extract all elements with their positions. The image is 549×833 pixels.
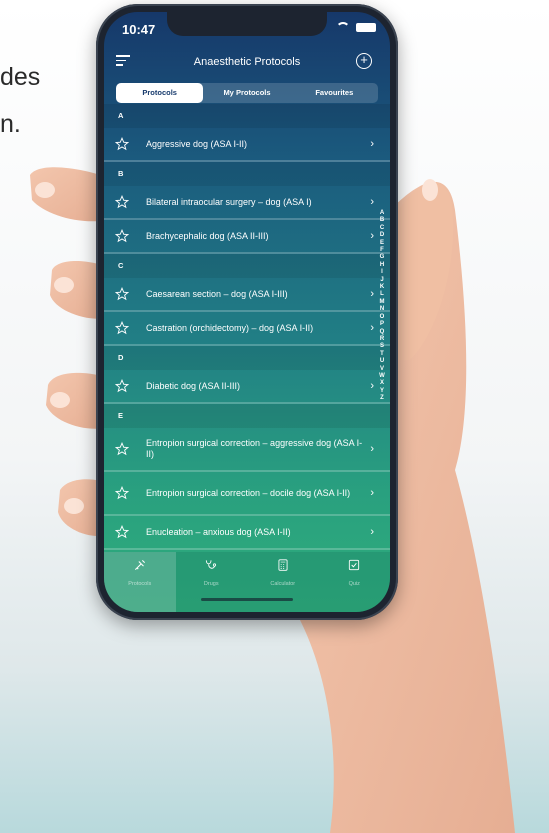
- list-item[interactable]: Bilateral intraocular surgery – dog (ASA…: [104, 186, 390, 220]
- background-text-line-1: des: [0, 63, 41, 91]
- tab-my-protocols[interactable]: My Protocols: [203, 83, 290, 103]
- calculator-icon: [278, 559, 288, 571]
- wifi-icon: [336, 22, 350, 32]
- list-item[interactable]: Entropion surgical correction – aggressi…: [104, 428, 390, 472]
- list-item-label: Bilateral intraocular surgery – dog (ASA…: [146, 196, 312, 207]
- list-item[interactable]: Castration (orchidectomy) – dog (ASA I-I…: [104, 312, 390, 346]
- tab-favourites[interactable]: Favourites: [291, 83, 378, 103]
- chevron-right-icon: ›: [370, 380, 374, 392]
- list-item[interactable]: Diabetic dog (ASA II-III) ›: [104, 370, 390, 404]
- section-header-e: E: [104, 404, 390, 428]
- tab-protocols[interactable]: Protocols: [116, 83, 204, 103]
- stethoscope-icon: [206, 560, 217, 569]
- star-icon[interactable]: [115, 229, 129, 243]
- bottom-tab-label: Drugs: [203, 581, 219, 587]
- alphabet-index-letter[interactable]: U: [377, 358, 387, 365]
- section-header-a: A: [104, 104, 390, 128]
- status-time: 10:47: [122, 22, 156, 37]
- chevron-right-icon: ›: [370, 230, 374, 242]
- list-item[interactable]: Aggressive dog (ASA I-II) ›: [104, 128, 390, 162]
- alphabet-index-letter[interactable]: Y: [377, 388, 387, 395]
- alphabet-index-letter[interactable]: H: [377, 262, 387, 269]
- bottom-tab-bar: Protocols Drugs Calculator Quiz: [104, 552, 390, 612]
- alphabet-index-letter[interactable]: M: [377, 299, 387, 306]
- protocol-list: A Aggressive dog (ASA I-II) › B Bilatera…: [104, 104, 390, 550]
- alphabet-index-letter[interactable]: K: [377, 284, 387, 291]
- alphabet-index-letter[interactable]: P: [377, 321, 387, 328]
- bottom-tab-label: Protocols: [128, 581, 152, 587]
- alphabet-index-letter[interactable]: T: [377, 351, 387, 358]
- alphabet-index-letter[interactable]: S: [377, 343, 387, 350]
- list-item-label: Aggressive dog (ASA I-II): [146, 138, 248, 149]
- alphabet-index-letter[interactable]: A: [377, 210, 387, 217]
- list-item-label: Brachycephalic dog (ASA II-III): [146, 230, 269, 241]
- star-icon[interactable]: [115, 287, 129, 301]
- list-item-label: Entropion surgical correction – docile d…: [146, 487, 351, 498]
- chevron-right-icon: ›: [370, 322, 374, 334]
- chevron-right-icon: ›: [370, 288, 374, 300]
- alphabet-index-letter[interactable]: N: [377, 306, 387, 313]
- section-header-c: C: [104, 254, 390, 278]
- home-indicator[interactable]: [201, 598, 293, 601]
- alphabet-index-letter[interactable]: B: [377, 217, 387, 224]
- alphabet-index-letter[interactable]: D: [377, 232, 387, 239]
- bottom-tab-label: Calculator: [270, 581, 296, 587]
- list-item-label: Diabetic dog (ASA II-III): [146, 380, 241, 391]
- alphabet-index-letter[interactable]: X: [377, 380, 387, 387]
- checkbox-icon: [349, 559, 360, 571]
- app-screen: 10:47 Anaesthetic Protocols + Protocols …: [104, 12, 390, 612]
- alphabet-index-letter[interactable]: R: [377, 336, 387, 343]
- list-item[interactable]: Brachycephalic dog (ASA II-III) ›: [104, 220, 390, 254]
- alphabet-index[interactable]: ABCDEFGHIJKLMNOPQRSTUVWXYZ: [377, 210, 387, 403]
- star-icon[interactable]: [115, 442, 129, 456]
- chevron-right-icon: ›: [370, 487, 374, 499]
- star-icon[interactable]: [115, 321, 129, 335]
- bottom-tab-calculator[interactable]: Calculator: [247, 552, 319, 612]
- section-header-b: B: [104, 162, 390, 186]
- star-icon[interactable]: [115, 525, 129, 539]
- battery-icon: [356, 22, 376, 32]
- alphabet-index-letter[interactable]: W: [377, 373, 387, 380]
- alphabet-index-letter[interactable]: O: [377, 314, 387, 321]
- add-circle-icon[interactable]: +: [356, 53, 372, 69]
- background-text-line-2: n.: [0, 110, 21, 138]
- chevron-right-icon: ›: [370, 138, 374, 150]
- list-item-label: Castration (orchidectomy) – dog (ASA I-I…: [146, 322, 314, 333]
- chevron-right-icon: ›: [370, 196, 374, 208]
- alphabet-index-letter[interactable]: G: [377, 254, 387, 261]
- alphabet-index-letter[interactable]: J: [377, 277, 387, 284]
- alphabet-index-letter[interactable]: E: [377, 240, 387, 247]
- segmented-tabs: Protocols My Protocols Favourites: [116, 83, 378, 103]
- syringe-icon: [134, 559, 145, 571]
- list-item[interactable]: Entropion surgical correction – docile d…: [104, 472, 390, 516]
- bottom-tab-protocols[interactable]: Protocols: [104, 552, 176, 612]
- list-item-label: Caesarean section – dog (ASA I-III): [146, 288, 288, 299]
- star-icon[interactable]: [115, 195, 129, 209]
- phone-notch: [167, 12, 327, 36]
- list-item[interactable]: Enucleation – anxious dog (ASA I-II) ›: [104, 516, 390, 550]
- bottom-tab-drugs[interactable]: Drugs: [176, 552, 248, 612]
- page-title: Anaesthetic Protocols: [193, 56, 301, 68]
- alphabet-index-letter[interactable]: F: [377, 247, 387, 254]
- alphabet-index-letter[interactable]: Q: [377, 329, 387, 336]
- status-icons: [336, 22, 376, 32]
- bottom-tab-label: Quiz: [348, 581, 360, 587]
- star-icon[interactable]: [115, 486, 129, 500]
- alphabet-index-letter[interactable]: L: [377, 291, 387, 298]
- alphabet-index-letter[interactable]: I: [377, 269, 387, 276]
- section-header-d: D: [104, 346, 390, 370]
- top-bar: Anaesthetic Protocols +: [104, 50, 390, 76]
- chevron-right-icon: ›: [370, 443, 374, 455]
- chevron-right-icon: ›: [370, 526, 374, 538]
- list-item-label: Enucleation – anxious dog (ASA I-II): [146, 526, 291, 537]
- alphabet-index-letter[interactable]: V: [377, 366, 387, 373]
- bottom-tab-quiz[interactable]: Quiz: [319, 552, 391, 612]
- alphabet-index-letter[interactable]: C: [377, 225, 387, 232]
- alphabet-index-letter[interactable]: Z: [377, 395, 387, 402]
- star-icon[interactable]: [115, 137, 129, 151]
- list-item-label: Entropion surgical correction – aggressi…: [146, 438, 363, 459]
- list-item[interactable]: Caesarean section – dog (ASA I-III) ›: [104, 278, 390, 312]
- star-icon[interactable]: [115, 379, 129, 393]
